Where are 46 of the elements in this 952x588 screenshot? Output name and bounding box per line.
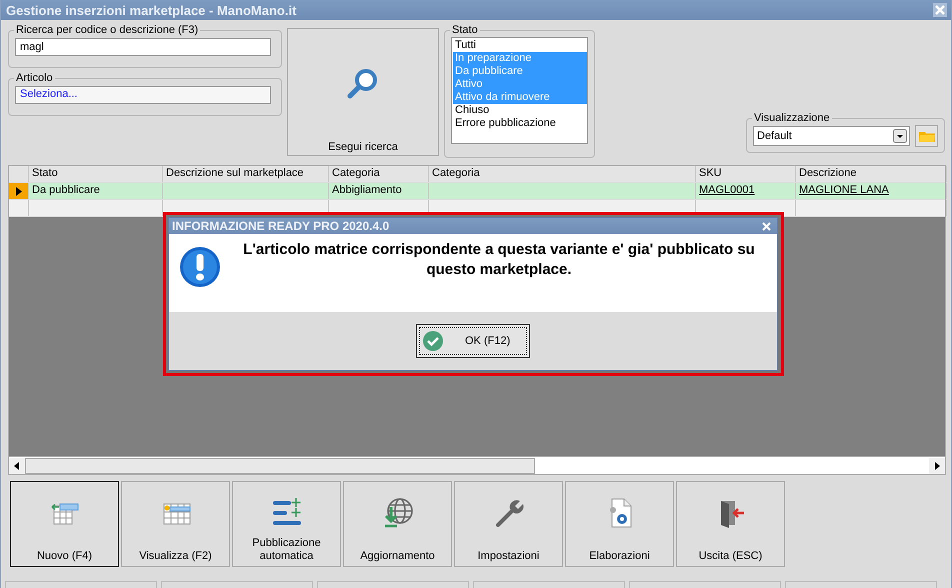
- toolbar-button[interactable]: Aggiornamento: [343, 481, 452, 567]
- column-header[interactable]: Descrizione: [796, 166, 947, 182]
- status-list[interactable]: Tutti In preparazione Da pubblicare Attivo Attivo da rimuovere Chiuso Errore pubblicazione: [451, 37, 588, 144]
- toolbar-button[interactable]: Pubblicazione automatica: [232, 481, 341, 567]
- search-field[interactable]: magl: [15, 38, 271, 56]
- scroll-left-icon[interactable]: [9, 458, 25, 474]
- toolbar-button[interactable]: Uscita (ESC): [676, 481, 785, 567]
- check-icon: [423, 331, 443, 351]
- table-cell: Da pubblicare: [29, 183, 163, 199]
- toolbar-button[interactable]: Impostazioni: [454, 481, 563, 567]
- group-label: Ricerca per codice o descrizione (F3): [15, 24, 200, 36]
- view-dropdown[interactable]: Default: [753, 126, 910, 146]
- cell-link[interactable]: MAGLIONE LANA: [799, 184, 889, 196]
- folder-icon: [918, 130, 934, 142]
- column-header[interactable]: Stato: [29, 166, 163, 182]
- current-row-icon: [16, 186, 22, 196]
- list-item[interactable]: Chiuso: [453, 104, 587, 117]
- cell-link[interactable]: MAGL0001: [699, 184, 755, 196]
- dialog-message: L'articolo matrice corrispondente a questa variante e' gia' pubblicato su questo marketplace.: [242, 240, 756, 280]
- column-header[interactable]: Categoria: [329, 166, 429, 182]
- horizontal-scrollbar[interactable]: [9, 456, 945, 474]
- dropdown-icon: [893, 129, 907, 143]
- dialog-title: INFORMAZIONE READY PRO 2020.4.0: [172, 219, 390, 233]
- close-icon[interactable]: [762, 222, 771, 230]
- exclamation-icon: [179, 246, 221, 288]
- toolbar-button[interactable]: Visualizza (F2): [121, 481, 230, 567]
- toolbar-button[interactable]: Elaborazioni: [565, 481, 674, 567]
- group-label: Articolo: [15, 72, 54, 84]
- scroll-thumb[interactable]: [25, 458, 535, 474]
- window-title: Gestione inserzioni marketplace - ManoMano.it: [6, 2, 296, 18]
- list-item[interactable]: Errore pubblicazione: [453, 117, 587, 130]
- column-header[interactable]: Descrizione sul marketplace: [163, 166, 329, 182]
- group-label: Visualizzazione: [753, 112, 831, 124]
- folder-button[interactable]: [915, 125, 938, 147]
- ok-button[interactable]: OK (F12): [416, 324, 530, 358]
- column-header[interactable]: SKU: [696, 166, 796, 182]
- search-icon: [346, 67, 380, 101]
- list-item[interactable]: Tutti: [453, 39, 587, 52]
- toolbar-button[interactable]: Nuovo (F4): [10, 481, 119, 567]
- table-cell: Abbigliamento: [329, 183, 429, 199]
- article-field[interactable]: Seleziona...: [15, 86, 271, 104]
- group-label: Stato: [451, 24, 479, 36]
- scroll-right-icon[interactable]: [929, 458, 945, 474]
- close-icon[interactable]: [933, 3, 947, 17]
- column-header[interactable]: Categoria: [429, 166, 696, 182]
- search-button[interactable]: Esegui ricerca: [287, 28, 439, 156]
